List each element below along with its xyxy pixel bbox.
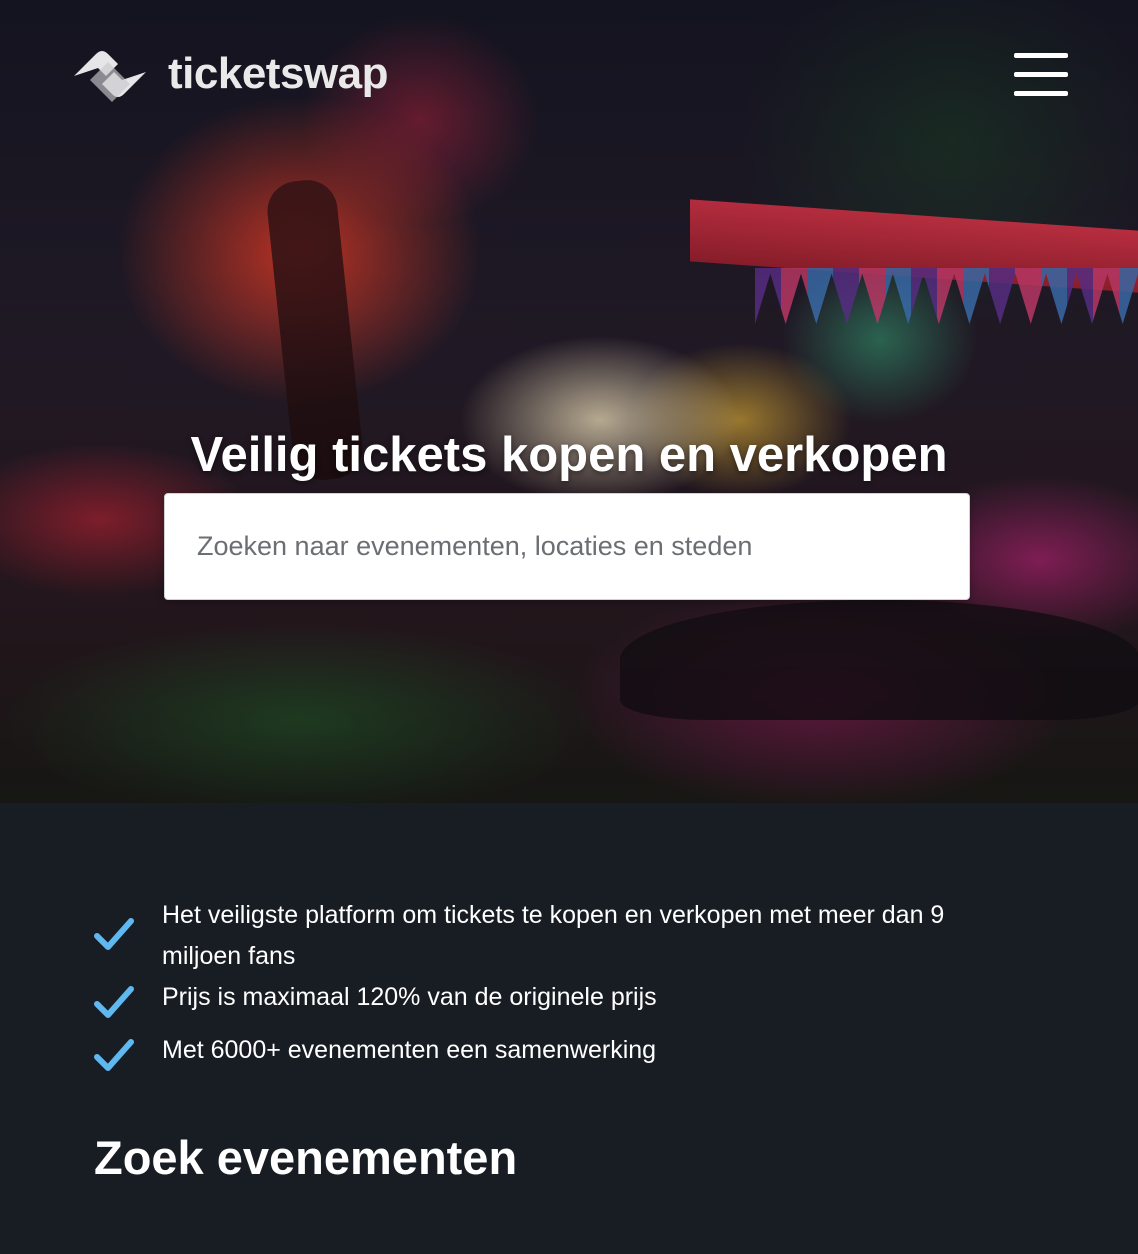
checkmark-icon: [94, 986, 134, 1018]
hero-overlay: [0, 0, 1138, 803]
feature-list: Het veiligste platform om tickets te kop…: [94, 895, 954, 1071]
feature-text: Het veiligste platform om tickets te kop…: [162, 901, 945, 970]
section-title: Zoek evenementen: [94, 1131, 518, 1184]
hero-title: Veilig tickets kopen en verkopen: [190, 428, 948, 482]
feature-item: Prijs is maximaal 120% van de originele …: [94, 977, 954, 1018]
search-input[interactable]: [165, 494, 969, 599]
ticketswap-logo[interactable]: ticketswap: [70, 44, 388, 104]
feature-item: Het veiligste platform om tickets te kop…: [94, 895, 954, 977]
feature-item: Met 6000+ evenementen een samenwerking: [94, 1030, 954, 1071]
ticketswap-logo-icon: [74, 51, 146, 102]
checkmark-icon: [94, 918, 134, 950]
brand-name: ticketswap: [168, 49, 388, 98]
checkmark-icon: [94, 1039, 134, 1071]
hero-banner: ticketswap Veilig tickets kopen en verko…: [0, 0, 1138, 803]
hamburger-menu-icon[interactable]: [1012, 50, 1070, 98]
feature-text: Prijs is maximaal 120% van de originele …: [162, 983, 657, 1011]
search-box[interactable]: [164, 493, 970, 600]
feature-text: Met 6000+ evenementen een samenwerking: [162, 1036, 657, 1064]
